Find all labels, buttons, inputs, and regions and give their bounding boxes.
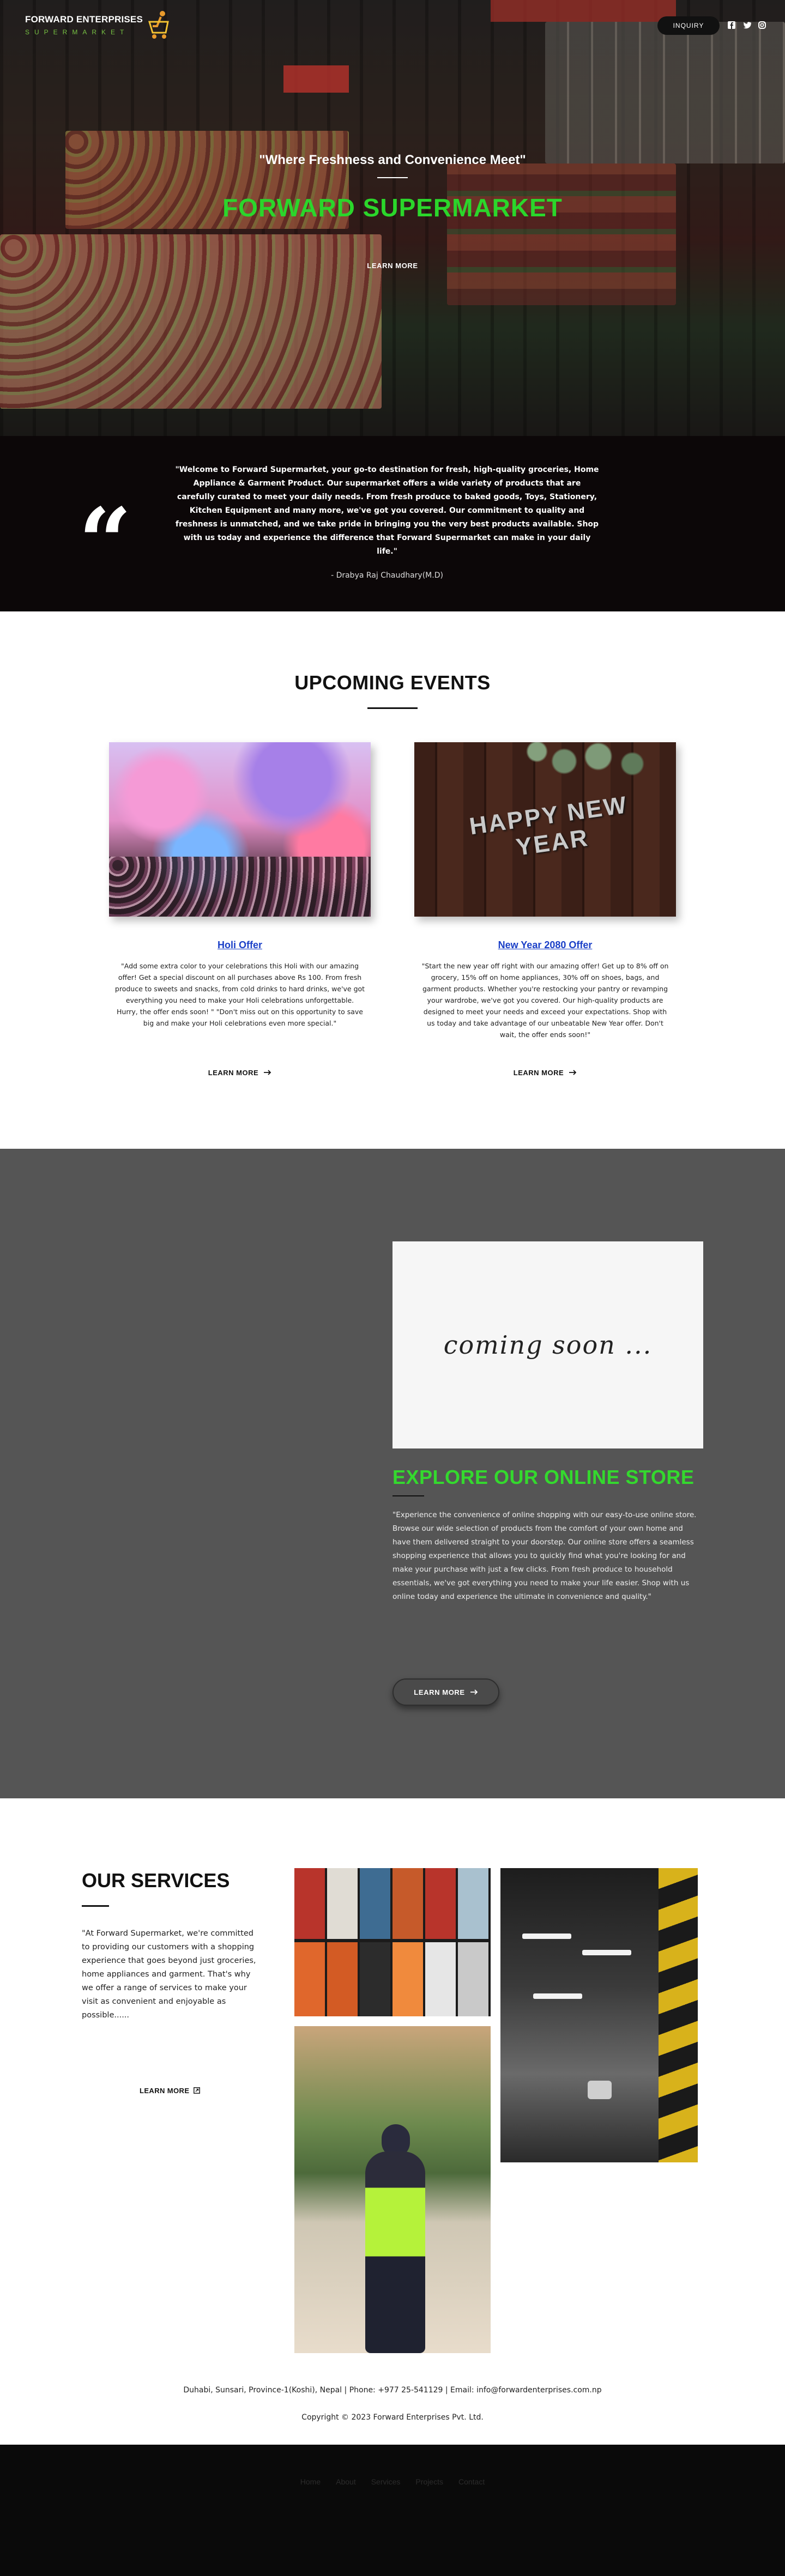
services-learn-more-label: LEARN MORE <box>140 2086 190 2095</box>
store-title-underline <box>392 1495 424 1496</box>
parking-light <box>533 1993 582 1999</box>
parking-service-image <box>500 1868 698 2162</box>
twitter-icon[interactable] <box>742 21 751 29</box>
hero-background-produce-front <box>0 234 382 409</box>
hero-background-banner <box>283 65 349 93</box>
footer-link-projects[interactable]: Projects <box>415 2477 443 2486</box>
parking-light <box>582 1950 631 1955</box>
event-title-holi[interactable]: Holi Offer <box>109 940 371 951</box>
event-learn-more-new-year[interactable]: LEARN MORE <box>509 1066 581 1079</box>
logo-subtitle: SUPERMARKET <box>25 28 129 36</box>
social-links <box>727 21 766 29</box>
top-bar: FORWARD ENTERPRISES SUPERMARKET INQUIRY <box>0 0 785 49</box>
footer-link-home[interactable]: Home <box>300 2477 321 2486</box>
welcome-text: "Welcome to Forward Supermarket, your go… <box>175 465 599 556</box>
inquiry-button[interactable]: INQUIRY <box>657 16 720 35</box>
hero-learn-more-button[interactable]: LEARN MORE <box>360 262 425 276</box>
new-year-event-image[interactable]: HAPPY NEW YEAR <box>414 742 676 917</box>
services-section: OUR SERVICES "At Forward Supermarket, we… <box>0 1798 785 2445</box>
arrow-right-icon <box>264 1070 271 1075</box>
hero-background-produce-right <box>447 163 676 305</box>
security-service-image <box>294 2026 491 2353</box>
online-store-section: coming soon ... EXPLORE OUR ONLINE STORE… <box>0 1149 785 1798</box>
upcoming-events-section: UPCOMING EVENTS Holi Offer "Add some ext… <box>0 611 785 1149</box>
services-title-underline <box>82 1905 109 1907</box>
event-learn-more-holi[interactable]: LEARN MORE <box>204 1066 276 1079</box>
instagram-icon[interactable] <box>758 21 766 29</box>
event-card-holi: Holi Offer "Add some extra color to your… <box>109 742 371 1091</box>
quote-mark-icon: “ <box>78 488 132 597</box>
coming-soon-image: coming soon ... <box>392 1241 703 1448</box>
store-learn-more-button[interactable]: LEARN MORE <box>392 1678 499 1706</box>
holi-event-image[interactable] <box>109 742 371 917</box>
events-title-underline <box>367 707 418 709</box>
event-learn-more-label: LEARN MORE <box>208 1068 259 1077</box>
shopping-cart-icon <box>148 11 169 39</box>
services-description: "At Forward Supermarket, we're committed… <box>82 1929 256 2020</box>
footer-link-contact[interactable]: Contact <box>458 2477 485 2486</box>
footer-nav: Home About Services Projects Contact <box>0 2445 785 2576</box>
services-learn-more-button[interactable]: LEARN MORE <box>140 2084 210 2097</box>
eucalyptus-leaves <box>523 742 660 786</box>
lockers-service-image <box>294 1868 491 2016</box>
arrow-right-icon <box>470 1689 478 1695</box>
parked-car <box>588 2081 612 2099</box>
event-description-new-year: "Start the new year off right with our a… <box>421 962 669 1039</box>
site-logo[interactable]: FORWARD ENTERPRISES SUPERMARKET <box>22 10 185 43</box>
services-title: OUR SERVICES <box>82 1869 230 1892</box>
security-guard <box>365 2151 425 2353</box>
event-card-new-year: HAPPY NEW YEAR New Year 2080 Offer "Star… <box>414 742 676 1091</box>
striped-pillar <box>659 1868 698 2162</box>
hero-title: FORWARD SUPERMARKET <box>222 193 563 222</box>
store-description: "Experience the convenience of online sh… <box>392 1511 697 1601</box>
event-title-new-year[interactable]: New Year 2080 Offer <box>414 940 676 951</box>
footer-link-services[interactable]: Services <box>371 2477 401 2486</box>
locker-row <box>294 1942 491 2016</box>
contact-info: Duhabi, Sunsari, Province-1(Koshi), Nepa… <box>183 2386 602 2395</box>
hero-divider <box>377 177 408 178</box>
welcome-author: - Drabya Raj Chaudhary(M.D) <box>331 571 443 580</box>
hero-tagline: "Where Freshness and Convenience Meet" <box>259 153 526 167</box>
arrow-right-icon <box>569 1070 577 1075</box>
event-learn-more-label: LEARN MORE <box>513 1068 564 1077</box>
footer-links: Home About Services Projects Contact <box>0 2477 785 2486</box>
coming-soon-text: coming soon ... <box>443 1330 653 1360</box>
logo-title: FORWARD ENTERPRISES <box>25 14 143 25</box>
event-description-holi: "Add some extra color to your celebratio… <box>114 962 365 1027</box>
welcome-section: “ "Welcome to Forward Supermarket, your … <box>0 436 785 611</box>
store-title: EXPLORE OUR ONLINE STORE <box>392 1466 695 1488</box>
footer-link-about[interactable]: About <box>336 2477 356 2486</box>
parking-light <box>522 1933 571 1939</box>
holi-crowd <box>109 857 371 917</box>
hero-section: FORWARD ENTERPRISES SUPERMARKET INQUIRY … <box>0 0 785 436</box>
store-learn-more-label: LEARN MORE <box>414 1688 465 1696</box>
copyright: Copyright © 2023 Forward Enterprises Pvt… <box>301 2413 484 2422</box>
facebook-icon[interactable] <box>727 21 736 29</box>
external-link-icon <box>194 2087 201 2094</box>
happy-new-year-banner: HAPPY NEW YEAR <box>468 791 630 861</box>
events-title: UPCOMING EVENTS <box>294 671 491 694</box>
